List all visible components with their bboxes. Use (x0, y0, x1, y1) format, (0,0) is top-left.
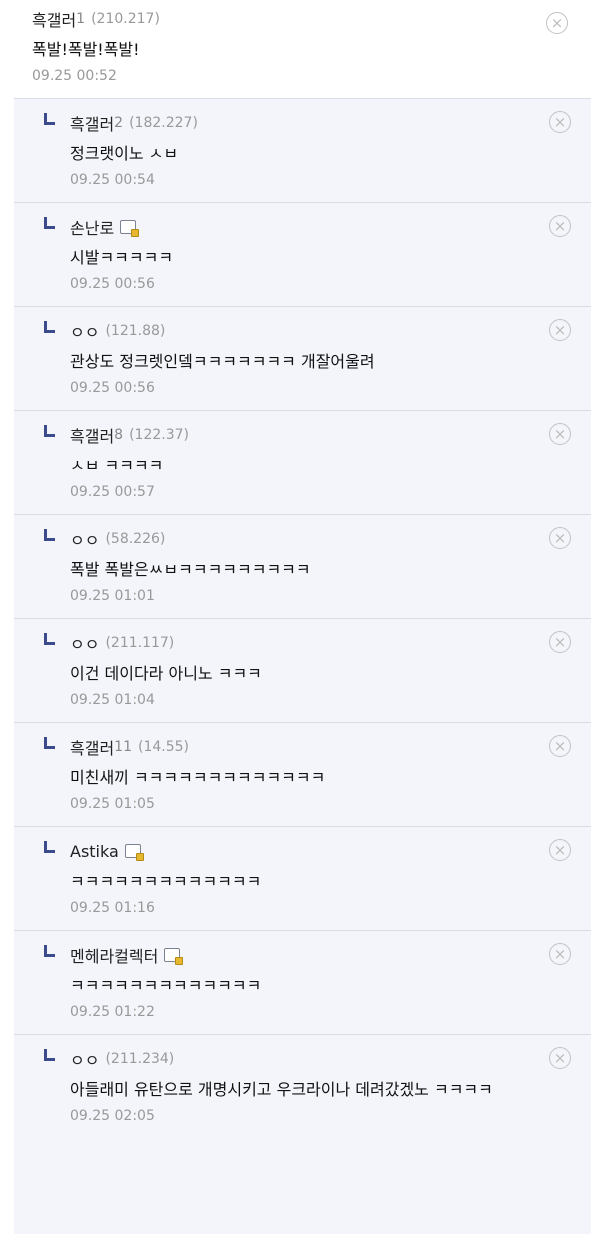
reply-comment: 흑갤러 8 (122.37) ㅅㅂ ㅋㅋㅋㅋ 09.25 00:57 × (14, 410, 591, 514)
author-number: 11 (114, 739, 132, 755)
comment-list: 흑갤러 1 (210.217) 폭발!폭발!폭발! 09.25 00:52 × 흑갤러 2 (1… (0, 0, 600, 1234)
author-nickname[interactable]: 흑갤러 (32, 7, 76, 31)
comment-date: 09.25 01:16 (70, 900, 155, 916)
author-nickname[interactable]: 흑갤러 (70, 111, 114, 135)
fixed-nick-badge-icon (164, 948, 184, 965)
comment-date: 09.25 02:05 (70, 1108, 155, 1124)
comment-date: 09.25 01:01 (70, 588, 155, 604)
author-ip: (122.37) (129, 427, 190, 443)
comment-author-line: 멘헤라컬렉터 (70, 942, 591, 968)
author-nickname[interactable]: 손난로 (70, 215, 114, 239)
delete-comment-icon[interactable]: × (549, 319, 571, 341)
comment-date: 09.25 00:57 (70, 484, 155, 500)
reply-comment: 흑갤러 2 (182.227) 정크랫이노 ㅅㅂ 09.25 00:54 × (14, 98, 591, 202)
comment-text: ㅋㅋㅋㅋㅋㅋㅋㅋㅋㅋㅋㅋㅋ (70, 976, 262, 995)
author-number: 2 (114, 115, 124, 131)
reply-arrow-icon (44, 113, 55, 125)
comment-text: ㅋㅋㅋㅋㅋㅋㅋㅋㅋㅋㅋㅋㅋ (70, 872, 262, 891)
reply-comment: 흑갤러 11 (14.55) 미친새끼 ㅋㅋㅋㅋㅋㅋㅋㅋㅋㅋㅋㅋㅋ 09.25 01:0… (14, 722, 591, 826)
reply-arrow-icon (44, 945, 55, 957)
fixed-nick-badge-icon (124, 844, 144, 861)
comment-author-line: ㅇㅇ (58.226) (70, 526, 591, 552)
delete-comment-icon[interactable]: × (549, 839, 571, 861)
reply-arrow-icon (44, 425, 55, 437)
reply-comment: 멘헤라컬렉터 ㅋㅋㅋㅋㅋㅋㅋㅋㅋㅋㅋㅋㅋ 09.25 01:22 × (14, 930, 591, 1034)
comment: 흑갤러 1 (210.217) 폭발!폭발!폭발! 09.25 00:52 × (0, 0, 600, 98)
comment-author-line: ㅇㅇ (211.234) (70, 1046, 591, 1072)
reply-comment: ㅇㅇ (121.88) 관상도 정크렛인뎈ㅋㅋㅋㅋㅋㅋㅋ 개잘어울려 09.25 00… (14, 306, 591, 410)
comment-author-line: 흑갤러 11 (14.55) (70, 734, 591, 760)
delete-comment-icon[interactable]: × (549, 631, 571, 653)
comment-text: 관상도 정크렛인뎈ㅋㅋㅋㅋㅋㅋㅋ 개잘어울려 (70, 352, 375, 371)
comment-text: 아들래미 유탄으로 개명시키고 우크라이나 데려갔겠노 ㅋㅋㅋㅋ (70, 1080, 493, 1099)
reply-arrow-icon (44, 529, 55, 541)
reply-arrow-icon (44, 321, 55, 333)
comment-author-line: Astika (70, 838, 591, 864)
author-ip: (182.227) (129, 115, 198, 131)
comment-text: 폭발 폭발은ㅆㅂㅋㅋㅋㅋㅋㅋㅋㅋㅋ (70, 560, 311, 579)
comment-text: 시발ㅋㅋㅋㅋㅋ (70, 248, 174, 267)
comment-date: 09.25 01:04 (70, 692, 155, 708)
delete-comment-icon[interactable]: × (546, 12, 568, 34)
author-ip: (121.88) (105, 323, 166, 339)
comment-date: 09.25 00:56 (70, 380, 155, 396)
reply-comment: ㅇㅇ (58.226) 폭발 폭발은ㅆㅂㅋㅋㅋㅋㅋㅋㅋㅋㅋ 09.25 01:01 × (14, 514, 591, 618)
author-nickname[interactable]: 흑갤러 (70, 423, 114, 447)
author-ip: (211.117) (105, 635, 175, 651)
author-nickname[interactable]: Astika (70, 842, 119, 861)
author-number: 1 (76, 11, 86, 27)
fixed-nick-badge-icon (120, 220, 140, 237)
reply-comment: Astika ㅋㅋㅋㅋㅋㅋㅋㅋㅋㅋㅋㅋㅋ 09.25 01:16 × (14, 826, 591, 930)
author-ip: (58.226) (105, 531, 166, 547)
comment-author-line: 흑갤러 8 (122.37) (70, 422, 591, 448)
comment-text: ㅅㅂ ㅋㅋㅋㅋ (70, 456, 164, 475)
comment-date: 09.25 00:56 (70, 276, 155, 292)
delete-comment-icon[interactable]: × (549, 1047, 571, 1069)
reply-arrow-icon (44, 633, 55, 645)
comment-author-line: 손난로 (70, 214, 591, 240)
author-ip: (210.217) (91, 11, 160, 27)
reply-comment: ㅇㅇ (211.117) 이건 데이다라 아니노 ㅋㅋㅋ 09.25 01:04 × (14, 618, 591, 722)
reply-arrow-icon (44, 1049, 55, 1061)
comment-text: 미친새끼 ㅋㅋㅋㅋㅋㅋㅋㅋㅋㅋㅋㅋㅋ (70, 768, 326, 787)
author-nickname[interactable]: ㅇㅇ (70, 631, 99, 655)
comment-date: 09.25 01:05 (70, 796, 155, 812)
author-ip: (211.234) (105, 1051, 175, 1067)
delete-comment-icon[interactable]: × (549, 943, 571, 965)
comment-author-line: ㅇㅇ (121.88) (70, 318, 591, 344)
author-nickname[interactable]: 흑갤러 (70, 735, 114, 759)
delete-comment-icon[interactable]: × (549, 215, 571, 237)
comment-text: 정크랫이노 ㅅㅂ (70, 144, 179, 163)
comment-date: 09.25 01:22 (70, 1004, 155, 1020)
reply-comment: 손난로시발ㅋㅋㅋㅋㅋ 09.25 00:56 × (14, 202, 591, 306)
delete-comment-icon[interactable]: × (549, 423, 571, 445)
author-number: 8 (114, 427, 124, 443)
reply-arrow-icon (44, 841, 55, 853)
reply-comment: ㅇㅇ (211.234) 아들래미 유탄으로 개명시키고 우크라이나 데려갔겠노 ㅋ… (14, 1034, 591, 1234)
comment-date: 09.25 00:54 (70, 172, 155, 188)
comment-author-line: 흑갤러 2 (182.227) (70, 110, 591, 136)
author-nickname[interactable]: ㅇㅇ (70, 319, 99, 343)
comment-text: 이건 데이다라 아니노 ㅋㅋㅋ (70, 664, 262, 683)
comment-author-line: ㅇㅇ (211.117) (70, 630, 591, 656)
comment-text: 폭발!폭발!폭발! (32, 40, 140, 59)
author-nickname[interactable]: ㅇㅇ (70, 527, 99, 551)
delete-comment-icon[interactable]: × (549, 735, 571, 757)
comment-date: 09.25 00:52 (32, 68, 117, 84)
delete-comment-icon[interactable]: × (549, 527, 571, 549)
comment-author-line: 흑갤러 1 (210.217) (32, 6, 600, 32)
delete-comment-icon[interactable]: × (549, 111, 571, 133)
author-nickname[interactable]: 멘헤라컬렉터 (70, 943, 158, 967)
author-ip: (14.55) (138, 739, 190, 755)
reply-arrow-icon (44, 217, 55, 229)
reply-arrow-icon (44, 737, 55, 749)
author-nickname[interactable]: ㅇㅇ (70, 1047, 99, 1071)
